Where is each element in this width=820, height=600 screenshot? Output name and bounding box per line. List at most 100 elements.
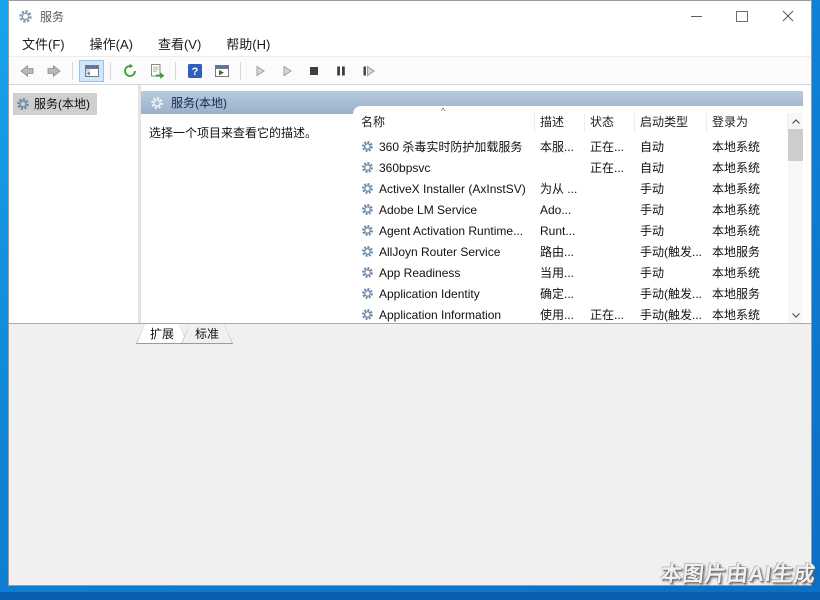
service-description-cell: 确定... (535, 285, 585, 302)
start-service-button[interactable] (247, 60, 272, 82)
table-row[interactable]: AllJoyn Router Service路由...手动(触发...本地服务 (353, 241, 788, 262)
scrollbar-thumb[interactable] (788, 129, 803, 161)
table-row[interactable]: App Readiness当用...手动本地系统 (353, 262, 788, 283)
scroll-down-button[interactable] (788, 307, 803, 323)
toolbar-separator (72, 62, 73, 80)
column-header-status[interactable]: 状态 (585, 113, 635, 132)
services-gear-icon (16, 97, 30, 111)
stop-service-button[interactable] (301, 60, 326, 82)
service-startup-type-cell: 手动 (635, 201, 707, 218)
refresh-icon (122, 63, 138, 79)
console-tree-panel: 服务(本地) (9, 85, 138, 323)
export-list-icon (149, 63, 165, 79)
chevron-down-icon (792, 313, 800, 318)
ai-watermark: 本图片由AI生成 (659, 558, 817, 588)
service-gear-icon (361, 308, 374, 321)
table-row[interactable]: 360bpsvc正在...自动本地系统 (353, 157, 788, 178)
description-hint: 选择一个项目来查看它的描述。 (149, 124, 317, 141)
resume-service-icon (279, 63, 295, 79)
vertical-scrollbar[interactable] (788, 113, 803, 323)
show-hide-action-pane-button[interactable] (209, 60, 234, 82)
service-status-cell: 正在... (585, 306, 635, 323)
table-row[interactable]: Application Information使用...正在...手动(触发..… (353, 304, 788, 323)
window-title: 服务 (40, 8, 64, 25)
table-row[interactable]: Application Identity确定...手动(触发...本地服务 (353, 283, 788, 304)
service-gear-icon (361, 224, 374, 237)
service-description-cell: 本服... (535, 138, 585, 155)
forward-button[interactable] (41, 60, 66, 82)
maximize-button[interactable] (719, 1, 765, 31)
scroll-up-button[interactable] (788, 113, 803, 129)
table-row[interactable]: ActiveX Installer (AxInstSV)为从 ...手动本地系统 (353, 178, 788, 199)
service-name-cell: 360bpsvc (361, 161, 535, 175)
show-console-tree-button[interactable] (79, 60, 104, 82)
service-description-cell: Runt... (535, 224, 585, 238)
export-list-button[interactable] (144, 60, 169, 82)
service-name-cell: Adobe LM Service (361, 203, 535, 217)
tab-extended-label: 扩展 (137, 324, 187, 343)
service-gear-icon (361, 140, 374, 153)
table-row[interactable]: Adobe LM ServiceAdo... 手动本地系统 (353, 199, 788, 220)
service-startup-type-cell: 手动(触发... (635, 306, 707, 323)
service-name-cell: 360 杀毒实时防护加载服务 (361, 138, 535, 155)
start-service-icon (252, 63, 268, 79)
help-icon: ? (187, 63, 203, 79)
service-description-cell: 为从 ... (535, 180, 585, 197)
restart-service-button[interactable] (355, 60, 380, 82)
back-button[interactable] (14, 60, 39, 82)
service-description-cell: Ado... (535, 203, 585, 217)
menu-file[interactable]: 文件(F) (22, 34, 65, 53)
main-area: 服务(本地) 服务(本地) 选择一个项目来查看它的描述。 ^ 名称 描述 状态 … (9, 85, 811, 323)
refresh-button[interactable] (117, 60, 142, 82)
service-logon-as-cell: 本地系统 (707, 138, 788, 155)
service-gear-icon (361, 266, 374, 279)
tree-item-services-local[interactable]: 服务(本地) (13, 93, 97, 115)
close-button[interactable] (765, 1, 811, 31)
service-gear-icon (361, 203, 374, 216)
column-header-startup-type[interactable]: 启动类型 (635, 113, 707, 132)
resume-service-button[interactable] (274, 60, 299, 82)
show-hide-action-pane-icon (214, 63, 230, 79)
service-gear-icon (361, 182, 374, 195)
show-console-tree-icon (84, 63, 100, 79)
tab-standard[interactable]: 标准 (181, 324, 233, 344)
service-description-cell: 路由... (535, 243, 585, 260)
service-name-cell: Application Information (361, 308, 535, 322)
table-row[interactable]: 360 杀毒实时防护加载服务本服...正在...自动本地系统 (353, 136, 788, 157)
service-description-cell: 使用... (535, 306, 585, 323)
service-status-cell: 正在... (585, 138, 635, 155)
tab-standard-label: 标准 (182, 324, 232, 343)
toolbar-separator (110, 62, 111, 80)
services-window: 服务 文件(F) 操作(A) 查看(V) 帮助(H) (8, 0, 812, 586)
table-row[interactable]: Agent Activation Runtime...Runt...手动本地系统 (353, 220, 788, 241)
service-startup-type-cell: 手动 (635, 180, 707, 197)
stop-service-icon (306, 63, 322, 79)
taskbar-edge (0, 592, 820, 600)
column-header-description[interactable]: 描述 (535, 113, 585, 132)
services-list: ^ 名称 描述 状态 启动类型 登录为 360 杀毒实时防护加载服务本服...正… (353, 106, 803, 323)
service-startup-type-cell: 手动(触发... (635, 285, 707, 302)
help-button[interactable]: ? (182, 60, 207, 82)
title-bar: 服务 (9, 1, 811, 31)
sort-ascending-icon: ^ (441, 107, 445, 116)
menu-help[interactable]: 帮助(H) (226, 34, 270, 53)
back-icon (19, 63, 35, 79)
services-gear-icon (150, 96, 164, 110)
services-gear-icon (18, 9, 33, 24)
service-logon-as-cell: 本地系统 (707, 201, 788, 218)
tab-extended[interactable]: 扩展 (136, 324, 188, 344)
minimize-button[interactable] (673, 1, 719, 31)
column-header-logon-as[interactable]: 登录为 (707, 113, 788, 132)
maximize-icon (736, 11, 748, 22)
toolbar-separator (240, 62, 241, 80)
service-gear-icon (361, 161, 374, 174)
menu-view[interactable]: 查看(V) (158, 34, 201, 53)
service-logon-as-cell: 本地服务 (707, 243, 788, 260)
service-name-cell: App Readiness (361, 266, 535, 280)
column-header-name[interactable]: 名称 (361, 113, 535, 132)
services-pane-title: 服务(本地) (171, 94, 227, 111)
service-rows: 360 杀毒实时防护加载服务本服...正在...自动本地系统360bpsvc正在… (353, 136, 788, 323)
menu-action[interactable]: 操作(A) (90, 34, 133, 53)
pause-service-button[interactable] (328, 60, 353, 82)
service-logon-as-cell: 本地服务 (707, 285, 788, 302)
